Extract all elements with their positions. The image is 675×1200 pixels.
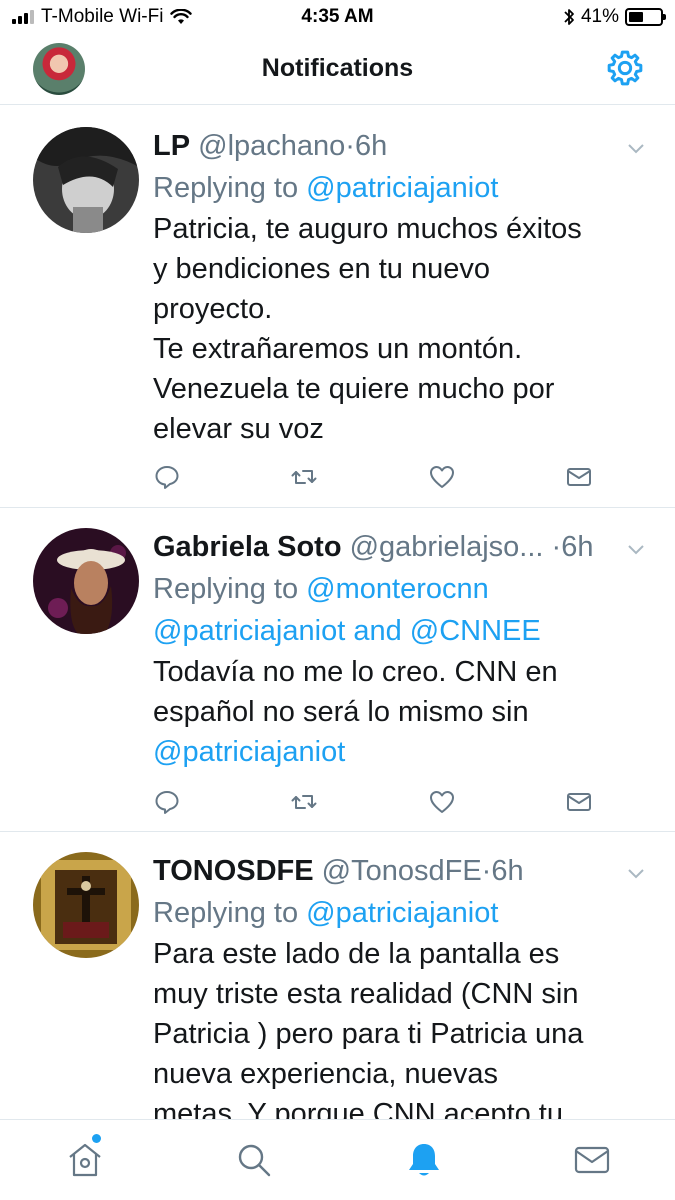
tweet-text-line: proyecto. xyxy=(153,293,273,325)
tweet-author-name[interactable]: TONOSDFE xyxy=(153,855,314,887)
tweet-author-handle[interactable]: @TonosdFE xyxy=(322,855,482,887)
replying-to-line: Replying to @patriciajaniot xyxy=(153,167,655,209)
tweet-body: LP @lpachano·6h Replying to @patriciajan… xyxy=(153,125,655,449)
tweet-header: TONOSDFE @TonosdFE·6h xyxy=(153,850,655,892)
tweet-text-line: muy triste esta realidad (CNN sin xyxy=(153,978,579,1010)
search-icon[interactable] xyxy=(234,1140,274,1180)
tweet-body: Gabriela Soto @gabrielajso... ·6h Replyi… xyxy=(153,526,655,772)
tweet[interactable]: TONOSDFE @TonosdFE·6h Replying to @patri… xyxy=(0,832,675,1120)
tweet-author-handle[interactable]: @lpachano xyxy=(198,130,345,162)
tweet-header: Gabriela Soto @gabrielajso... ·6h xyxy=(153,526,610,568)
tweet-header: LP @lpachano·6h xyxy=(153,125,655,167)
replying-to-line: Replying to @patriciajaniot xyxy=(153,892,655,934)
messages-icon[interactable] xyxy=(572,1140,612,1180)
notifications-bell-icon[interactable] xyxy=(404,1140,444,1180)
chevron-down-icon[interactable] xyxy=(625,538,647,560)
tweet-text-line: y bendiciones en tu nuevo xyxy=(153,253,490,285)
gear-icon[interactable] xyxy=(605,48,645,88)
tweet-actions xyxy=(153,788,593,816)
tweet-author-name[interactable]: LP xyxy=(153,130,190,162)
tweet-text-line: elevar su voz xyxy=(153,413,324,445)
tweet-text: Patricia, te auguro muchos éxitos y bend… xyxy=(153,209,655,449)
status-bar: T-Mobile Wi-Fi 4:35 AM 41% xyxy=(0,0,675,34)
mention-conjunction[interactable]: and xyxy=(353,615,401,647)
mention-link[interactable]: @monterocnn xyxy=(306,573,489,605)
tweet-text: Todavía no me lo creo. CNN en español no… xyxy=(153,652,655,772)
user-avatar[interactable] xyxy=(33,127,139,233)
tweet[interactable]: Gabriela Soto @gabrielajso... ·6h Replyi… xyxy=(0,508,675,832)
notifications-feed[interactable]: LP @lpachano·6h Replying to @patriciajan… xyxy=(0,107,675,1120)
direct-message-icon[interactable] xyxy=(565,463,593,491)
tweet-timestamp: 6h xyxy=(491,855,524,887)
nav-header: Notifications xyxy=(0,34,675,105)
replying-to-label: Replying to xyxy=(153,897,299,929)
separator-dot: · xyxy=(481,855,492,887)
replying-to-line: Replying to @monterocnn xyxy=(153,568,655,610)
battery-percent: 41% xyxy=(580,6,619,27)
retweet-icon[interactable] xyxy=(290,463,318,491)
chevron-down-icon[interactable] xyxy=(625,862,647,884)
page-title: Notifications xyxy=(261,54,414,82)
mention-link[interactable]: @CNNEE xyxy=(410,615,541,647)
tweet-text-line: Venezuela te quiere mucho por xyxy=(153,373,555,405)
home-icon[interactable] xyxy=(65,1140,105,1180)
bottom-tab-bar xyxy=(0,1119,675,1200)
tweet-text-line: nueva experiencia, nuevas xyxy=(153,1058,499,1090)
separator-dot: · xyxy=(551,531,562,563)
user-avatar[interactable] xyxy=(33,528,139,634)
tweet-text-line: Todavía no me lo creo. CNN en xyxy=(153,656,558,688)
new-content-dot xyxy=(92,1134,101,1143)
mention-link[interactable]: @patriciajaniot xyxy=(306,897,498,929)
status-right: 41% xyxy=(563,6,666,28)
chevron-down-icon[interactable] xyxy=(625,137,647,159)
battery-icon xyxy=(625,8,666,26)
direct-message-icon[interactable] xyxy=(565,788,593,816)
tweet-timestamp: 6h xyxy=(561,531,594,563)
tweet-text-line: Patricia, te auguro muchos éxitos xyxy=(153,213,582,245)
tweet-actions xyxy=(153,463,593,491)
bluetooth-icon xyxy=(564,9,574,25)
tweet-body: TONOSDFE @TonosdFE·6h Replying to @patri… xyxy=(153,850,655,1120)
reply-icon[interactable] xyxy=(153,788,181,816)
like-icon[interactable] xyxy=(428,788,456,816)
tweet-text-line: Te extrañaremos un montón. xyxy=(153,333,523,365)
twitter-app: T-Mobile Wi-Fi 4:35 AM 41% Notifications xyxy=(0,0,675,1200)
reply-icon[interactable] xyxy=(153,463,181,491)
mention-link[interactable]: @patriciajaniot xyxy=(153,732,655,772)
replying-to-label: Replying to xyxy=(153,573,299,605)
tweet-timestamp: 6h xyxy=(354,130,388,162)
replying-to-line-2: @patriciajaniot and @CNNEE xyxy=(153,610,655,652)
tweet-author-handle[interactable]: @gabrielajso... xyxy=(350,531,544,563)
tweet-text-line: Patricia ) pero para ti Patricia una xyxy=(153,1018,584,1050)
user-avatar[interactable] xyxy=(33,852,139,958)
mention-link[interactable]: @patriciajaniot xyxy=(306,172,498,204)
mention-link[interactable]: @patriciajaniot xyxy=(153,615,345,647)
tweet-author-name[interactable]: Gabriela Soto xyxy=(153,531,342,563)
tweet[interactable]: LP @lpachano·6h Replying to @patriciajan… xyxy=(0,107,675,508)
separator-dot: · xyxy=(345,130,355,162)
tweet-text-line: español no será lo mismo sin xyxy=(153,696,529,728)
retweet-icon[interactable] xyxy=(290,788,318,816)
tweet-text-line: Para este lado de la pantalla es xyxy=(153,938,560,970)
tweet-text-line: metas. Y porque CNN acepto tu xyxy=(153,1098,563,1120)
like-icon[interactable] xyxy=(428,463,456,491)
tweet-text: Para este lado de la pantalla es muy tri… xyxy=(153,934,655,1120)
replying-to-label: Replying to xyxy=(153,172,299,204)
